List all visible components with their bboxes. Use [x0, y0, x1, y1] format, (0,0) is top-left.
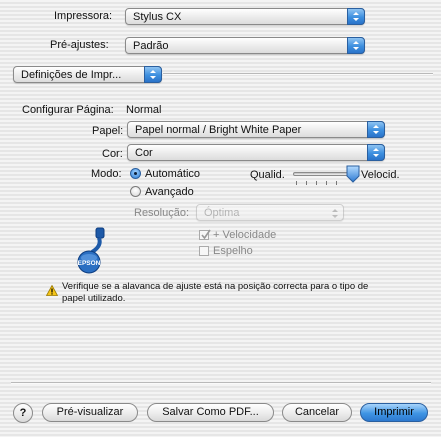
bottom-separator [11, 382, 431, 384]
popup-arrows-icon [331, 208, 339, 222]
mode-automatic-label: Automático [145, 168, 201, 180]
popup-arrows-icon [367, 144, 385, 161]
mode-label: Modo: [91, 168, 122, 180]
paper-popup[interactable]: Papel normal / Bright White Paper [127, 121, 385, 138]
slider-tick [306, 181, 307, 185]
popup-arrows-icon [367, 121, 385, 138]
slider-thumb[interactable] [346, 165, 360, 183]
presets-label: Pré-ajustes: [50, 39, 109, 51]
slider-tick [336, 181, 337, 185]
warning-text-line2: papel utilizado. [62, 293, 126, 304]
warning-icon [46, 285, 58, 296]
quality-speed-slider-track[interactable] [293, 172, 353, 176]
print-button[interactable]: Imprimir [360, 403, 428, 422]
slider-tick [296, 181, 297, 185]
popup-arrows-icon [347, 8, 365, 25]
checkmark-icon [201, 229, 211, 240]
popup-arrows-icon [144, 66, 162, 83]
slider-quality-label: Qualid. [250, 169, 285, 181]
printer-popup[interactable]: Stylus CX [125, 8, 365, 25]
slider-speed-label: Velocid. [361, 169, 400, 181]
help-button[interactable]: ? [13, 403, 33, 423]
paper-label: Papel: [92, 125, 124, 137]
color-label: Cor: [102, 148, 123, 160]
presets-popup[interactable]: Padrão [125, 37, 365, 54]
epson-logo-text: EPSON [78, 260, 101, 267]
preview-button[interactable]: Pré-visualizar [42, 403, 138, 422]
speed-checkbox-label: + Velocidade [213, 229, 277, 241]
printer-value: Stylus CX [133, 11, 182, 23]
warning-text-line1: Verifique se a alavanca de ajuste está n… [62, 281, 369, 292]
popup-arrows-icon [347, 37, 365, 54]
panel-separator [163, 73, 433, 75]
cancel-button[interactable]: Cancelar [282, 403, 352, 422]
mode-advanced-label: Avançado [145, 186, 194, 198]
mode-advanced-radio[interactable] [130, 186, 141, 197]
mode-automatic-radio[interactable] [130, 168, 141, 179]
mirror-checkbox[interactable] [199, 246, 209, 256]
page-setup-label: Configurar Página: [22, 104, 114, 116]
paper-value: Papel normal / Bright White Paper [135, 124, 302, 136]
resolution-popup[interactable]: Óptima [196, 204, 344, 221]
color-popup[interactable]: Cor [127, 144, 385, 161]
resolution-label: Resolução: [134, 207, 190, 219]
page-setup-value: Normal [126, 104, 162, 116]
save-pdf-button[interactable]: Salvar Como PDF... [147, 403, 274, 422]
panel-value: Definições de Impr... [21, 69, 122, 81]
epson-logo: EPSON [77, 227, 105, 274]
printer-label: Impressora: [54, 10, 113, 22]
presets-value: Padrão [133, 40, 169, 52]
panel-popup[interactable]: Definições de Impr... [13, 66, 162, 83]
resolution-value: Óptima [204, 207, 240, 219]
mirror-checkbox-label: Espelho [213, 245, 253, 257]
speed-checkbox[interactable] [199, 229, 211, 240]
slider-tick [326, 181, 327, 185]
slider-tick [316, 181, 317, 185]
color-value: Cor [135, 147, 153, 159]
